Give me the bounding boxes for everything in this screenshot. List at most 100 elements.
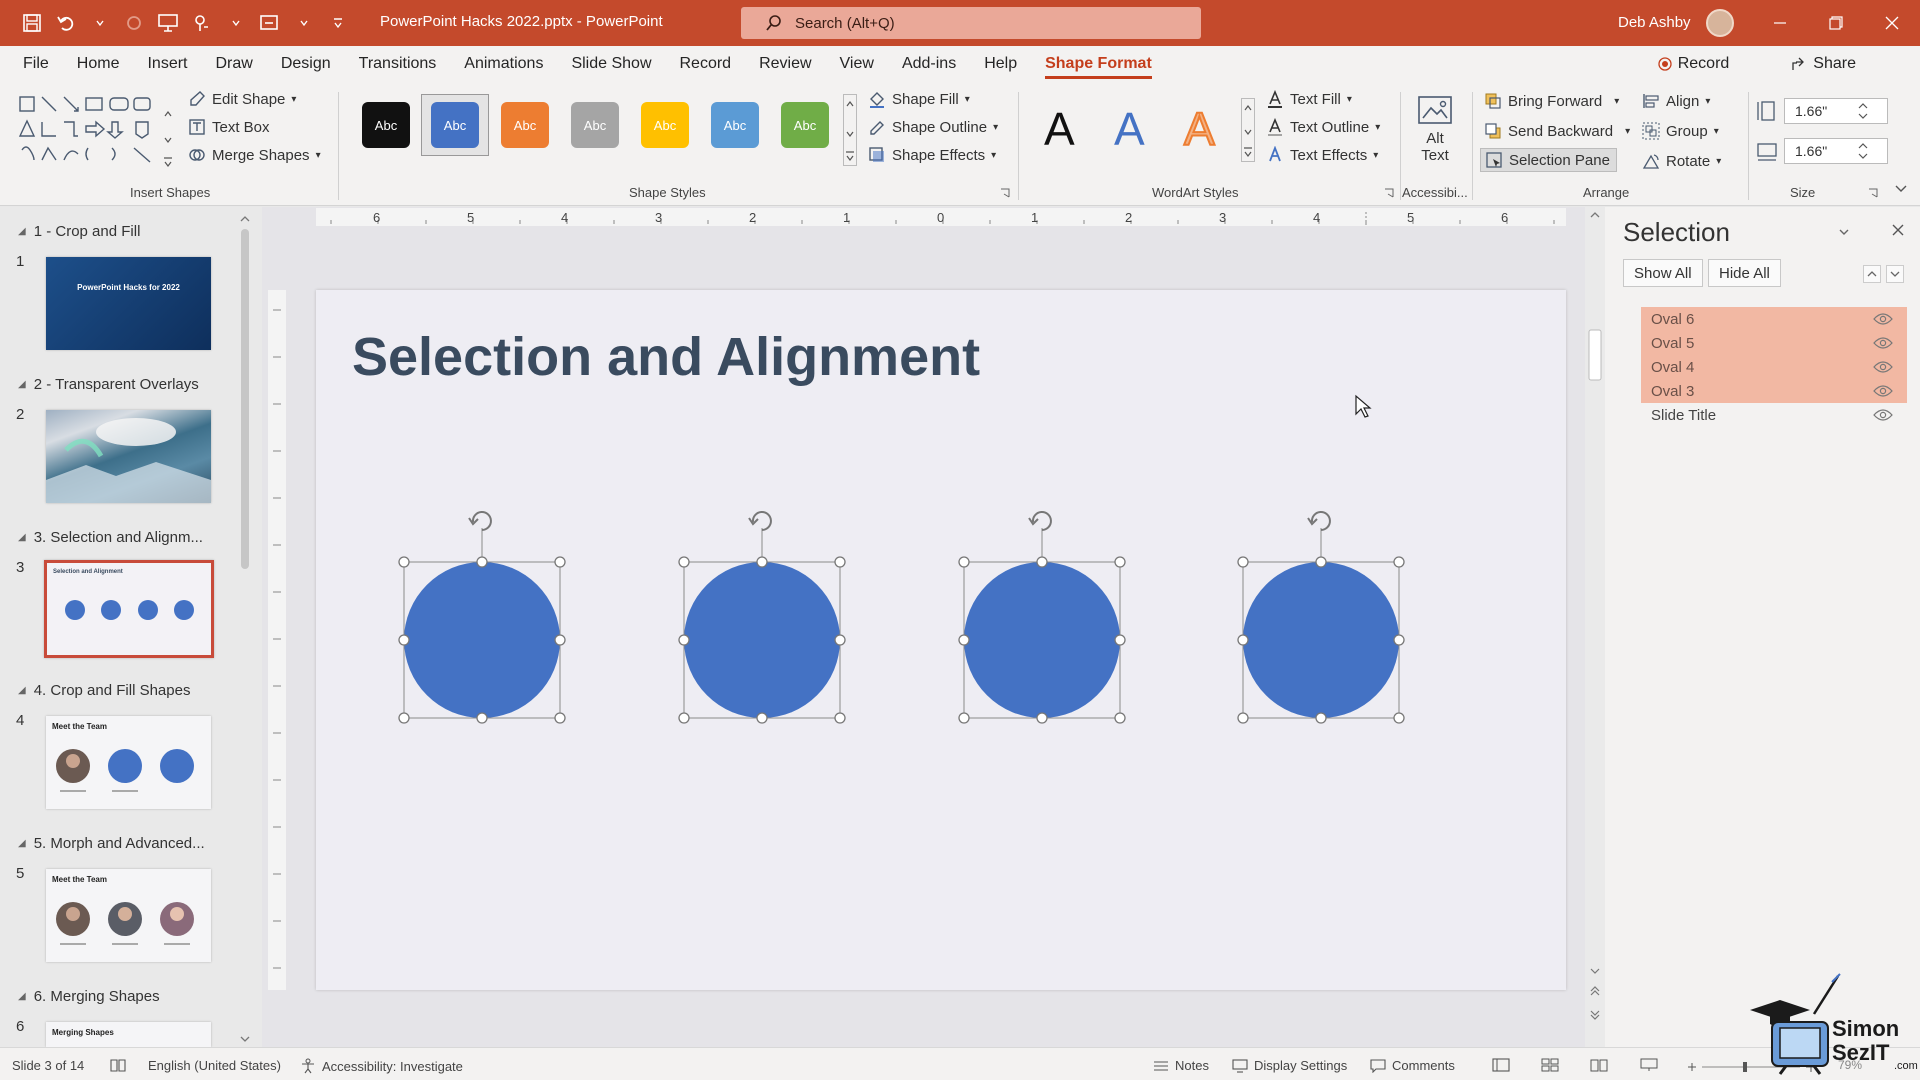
tab-animations[interactable]: Animations [464, 55, 543, 73]
search-box[interactable]: Search (Alt+Q) [741, 7, 1201, 39]
tab-home[interactable]: Home [77, 55, 120, 73]
section-header[interactable]: ◢ 1 - Crop and Fill [18, 223, 140, 240]
tab-view[interactable]: View [840, 55, 874, 73]
close-icon[interactable] [1864, 0, 1920, 46]
shape-style-green[interactable]: Abc [781, 102, 829, 148]
minimize-icon[interactable] [1752, 0, 1808, 46]
tab-design[interactable]: Design [281, 55, 331, 73]
record-button[interactable]: Record [1648, 50, 1768, 78]
slide-sorter-icon[interactable] [1541, 1058, 1559, 1072]
undo-dropdown-icon[interactable] [88, 11, 112, 35]
user-name[interactable]: Deb Ashby [1618, 14, 1691, 31]
section-header[interactable]: ◢ 6. Merging Shapes [18, 988, 160, 1005]
oval-6[interactable] [1237, 511, 1405, 724]
shape-style-blue[interactable]: Abc [431, 102, 479, 148]
wordart-black[interactable]: A [1044, 102, 1075, 156]
tab-review[interactable]: Review [759, 55, 811, 73]
tab-file[interactable]: File [23, 55, 49, 73]
height-spinner[interactable] [1856, 100, 1870, 122]
bring-forward-arrow-icon[interactable] [1863, 265, 1881, 283]
share-button[interactable]: Share [1781, 50, 1894, 78]
redo-icon[interactable] [122, 11, 146, 35]
section-header[interactable]: ◢ 3. Selection and Alignm... [18, 529, 203, 546]
tab-record[interactable]: Record [680, 55, 732, 73]
section-header[interactable]: ◢ 5. Morph and Advanced... [18, 835, 205, 852]
accessibility-status[interactable]: Accessibility: Investigate [300, 1058, 463, 1074]
rotate-button[interactable]: Rotate ▾ [1642, 152, 1721, 170]
selection-item-oval-3[interactable]: Oval 3 [1641, 379, 1907, 403]
tab-insert[interactable]: Insert [147, 55, 187, 73]
spelling-icon[interactable] [110, 1058, 126, 1072]
bring-forward-button[interactable]: Bring Forward ▾ [1484, 92, 1619, 110]
thumbnails-scrollbar[interactable] [238, 215, 252, 1045]
slide-vertical-scrollbar[interactable] [1585, 207, 1605, 1047]
tab-add-ins[interactable]: Add-ins [902, 55, 956, 73]
text-fill-button[interactable]: Text Fill ▾ [1266, 90, 1352, 108]
group-button[interactable]: Group ▾ [1642, 122, 1719, 140]
slide-thumbnail-3[interactable]: Selection and Alignment [44, 560, 214, 658]
close-icon[interactable] [1891, 223, 1905, 237]
qat-dropdown-icon[interactable] [224, 11, 248, 35]
new-slide-dropdown-icon[interactable] [292, 11, 316, 35]
tab-help[interactable]: Help [984, 55, 1017, 73]
touch-mode-icon[interactable] [190, 11, 214, 35]
dialog-launcher-icon[interactable] [1000, 188, 1010, 198]
tab-slide-show[interactable]: Slide Show [571, 55, 651, 73]
tab-shape-format[interactable]: Shape Format [1045, 55, 1152, 79]
section-header[interactable]: ◢ 4. Crop and Fill Shapes [18, 682, 190, 699]
restore-icon[interactable] [1808, 0, 1864, 46]
new-slide-icon[interactable] [258, 11, 282, 35]
oval-4[interactable] [678, 511, 846, 724]
shape-effects-button[interactable]: Shape Effects ▾ [868, 146, 996, 164]
visibility-eye-icon[interactable] [1873, 408, 1893, 422]
shape-outline-button[interactable]: Shape Outline ▾ [868, 118, 998, 136]
oval-3[interactable] [398, 511, 566, 724]
collapse-ribbon-icon[interactable] [1894, 182, 1908, 196]
shape-style-gold[interactable]: Abc [641, 102, 689, 148]
width-spinner[interactable] [1856, 140, 1870, 162]
section-header[interactable]: ◢ 2 - Transparent Overlays [18, 376, 199, 393]
text-outline-button[interactable]: Text Outline ▾ [1266, 118, 1380, 136]
slide[interactable]: Selection and Alignment [316, 290, 1566, 990]
hide-all-button[interactable]: Hide All [1708, 259, 1781, 287]
selection-item-oval-4[interactable]: Oval 4 [1641, 355, 1907, 379]
selection-item-oval-6[interactable]: Oval 6 [1641, 307, 1907, 331]
send-backward-arrow-icon[interactable] [1886, 265, 1904, 283]
slide-counter[interactable]: Slide 3 of 14 [12, 1058, 84, 1073]
wordart-orange[interactable]: A [1183, 102, 1216, 156]
send-backward-button[interactable]: Send Backward ▾ [1484, 122, 1630, 140]
dialog-launcher-icon[interactable] [1384, 188, 1394, 198]
slide-title[interactable]: Selection and Alignment [352, 326, 980, 388]
shape-style-gray[interactable]: Abc [571, 102, 619, 148]
save-icon[interactable] [20, 11, 44, 35]
language-status[interactable]: English (United States) [148, 1058, 281, 1073]
visibility-eye-icon[interactable] [1873, 384, 1893, 398]
shapes-gallery-scroll[interactable] [162, 96, 174, 168]
visibility-eye-icon[interactable] [1873, 312, 1893, 326]
slide-thumbnail-6[interactable]: Merging Shapes [46, 1022, 211, 1047]
edit-shape-button[interactable]: Edit Shape ▾ [188, 90, 296, 108]
shape-style-black[interactable]: Abc [362, 102, 410, 148]
show-all-button[interactable]: Show All [1623, 259, 1703, 287]
visibility-eye-icon[interactable] [1873, 360, 1893, 374]
oval-5[interactable] [958, 511, 1126, 724]
slide-thumbnail-4[interactable]: Meet the Team [46, 716, 211, 809]
shape-styles-scroll[interactable] [843, 94, 857, 166]
slide-thumbnail-5[interactable]: Meet the Team [46, 869, 211, 962]
merge-shapes-button[interactable]: Merge Shapes ▾ [188, 146, 321, 164]
tab-draw[interactable]: Draw [215, 55, 252, 73]
notes-button[interactable]: Notes [1153, 1058, 1209, 1073]
shape-style-light-blue[interactable]: Abc [711, 102, 759, 148]
comments-button[interactable]: Comments [1370, 1058, 1455, 1073]
slideshow-view-icon[interactable] [1640, 1058, 1658, 1072]
visibility-eye-icon[interactable] [1873, 336, 1893, 350]
text-box-button[interactable]: Text Box [188, 118, 270, 136]
wordart-blue[interactable]: A [1114, 102, 1145, 156]
avatar[interactable] [1706, 9, 1734, 37]
dialog-launcher-icon[interactable] [1868, 188, 1878, 198]
customize-qat-icon[interactable] [326, 11, 350, 35]
normal-view-icon[interactable] [1492, 1058, 1510, 1072]
undo-icon[interactable] [54, 11, 78, 35]
align-button[interactable]: Align ▾ [1642, 92, 1710, 110]
shape-height-field[interactable]: 1.66" [1784, 98, 1888, 124]
